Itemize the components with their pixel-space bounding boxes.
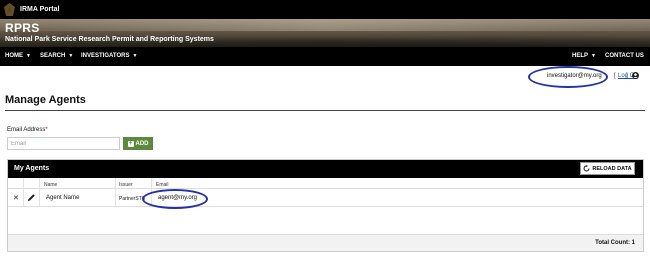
nav-item-label: SEARCH bbox=[40, 53, 66, 59]
annotation-ellipse bbox=[142, 189, 208, 209]
arrowhead-icon bbox=[4, 3, 15, 16]
caret-down-icon: ▼ bbox=[132, 53, 138, 59]
table-header-row bbox=[8, 178, 643, 189]
banner-sky bbox=[0, 19, 650, 31]
nav-item-investigators[interactable]: INVESTIGATORS ▼ bbox=[81, 53, 137, 59]
column-header-name[interactable]: Name bbox=[44, 182, 57, 188]
nav-item-help[interactable]: HELP ▼ bbox=[572, 53, 596, 59]
table-footer: Total Count: 1 bbox=[8, 234, 643, 251]
logoff-bracket-right: ] bbox=[626, 73, 628, 79]
reload-data-button[interactable]: RELOAD DATA bbox=[580, 162, 635, 175]
nav-item-label: CONTACT US bbox=[605, 53, 644, 59]
nav-item-search[interactable]: SEARCH ▼ bbox=[40, 53, 73, 59]
annotation-ellipse bbox=[528, 66, 608, 88]
email-label-text: Email Address bbox=[7, 127, 46, 133]
logoff-bracket-left: [ bbox=[614, 73, 616, 79]
caret-down-icon: ▼ bbox=[591, 53, 596, 59]
refresh-icon bbox=[583, 165, 590, 172]
user-circle-icon[interactable] bbox=[632, 72, 639, 79]
nav-item-label: HELP bbox=[572, 53, 589, 59]
pencil-icon[interactable] bbox=[27, 193, 36, 202]
banner-title: RPRS bbox=[5, 21, 40, 35]
agents-title: My Agents bbox=[14, 165, 50, 172]
portal-title[interactable]: IRMA Portal bbox=[20, 6, 59, 13]
nav-item-label: HOME bbox=[5, 53, 23, 59]
agent-name: Agent Name bbox=[46, 195, 80, 201]
nav-item-contact-us[interactable]: CONTACT US bbox=[605, 53, 644, 59]
main-nav: HOME ▼ SEARCH ▼ INVESTIGATORS ▼ HELP ▼ C… bbox=[0, 47, 650, 66]
email-input[interactable] bbox=[7, 137, 120, 150]
add-agent-button[interactable]: + ADD bbox=[123, 137, 153, 150]
column-header-issuer[interactable]: Issuer bbox=[119, 182, 133, 188]
title-divider bbox=[5, 110, 645, 111]
banner-subtitle: National Park Service Research Permit an… bbox=[5, 36, 214, 43]
total-count: Total Count: 1 bbox=[595, 240, 635, 246]
agents-header: My Agents RELOAD DATA bbox=[8, 160, 643, 178]
add-button-label: ADD bbox=[135, 140, 149, 147]
email-label: Email Address* bbox=[7, 127, 48, 133]
required-mark: * bbox=[45, 127, 48, 133]
page-title: Manage Agents bbox=[5, 94, 86, 106]
nav-item-label: INVESTIGATORS bbox=[81, 53, 130, 59]
table-row bbox=[8, 189, 643, 207]
top-bar: IRMA Portal bbox=[0, 0, 650, 19]
column-header-email[interactable]: Email bbox=[156, 182, 169, 188]
plus-icon: + bbox=[127, 140, 134, 147]
banner: RPRS National Park Service Research Perm… bbox=[0, 19, 650, 47]
nav-item-home[interactable]: HOME ▼ bbox=[5, 53, 31, 59]
reload-label: RELOAD DATA bbox=[592, 165, 632, 172]
caret-down-icon: ▼ bbox=[26, 53, 31, 59]
close-icon[interactable]: ✕ bbox=[13, 194, 19, 202]
agents-panel: My Agents RELOAD DATA Name Issuer Email … bbox=[7, 159, 644, 252]
caret-down-icon: ▼ bbox=[68, 53, 74, 59]
